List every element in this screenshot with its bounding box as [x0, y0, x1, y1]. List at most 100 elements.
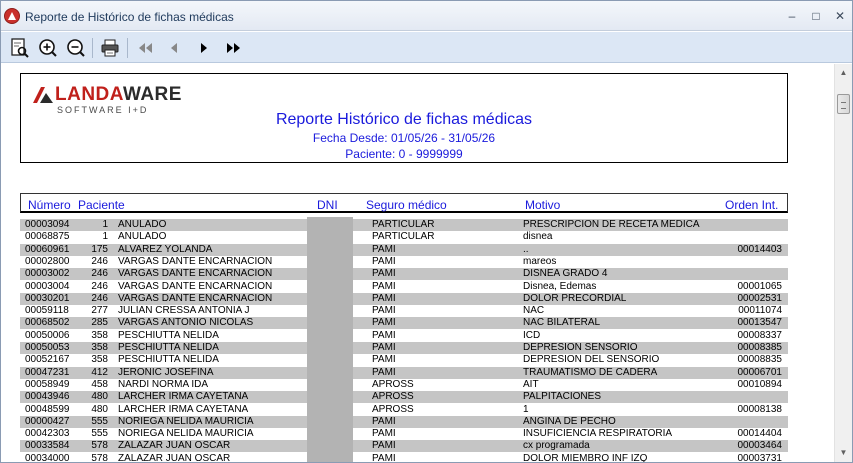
row-motivo: 1: [523, 403, 529, 415]
preview-icon[interactable]: [9, 37, 31, 59]
row-numero: 00047231: [25, 366, 70, 378]
row-orden: 00006701: [737, 366, 783, 378]
row-orden: 00011074: [738, 305, 782, 317]
row-numero: 00048599: [25, 403, 70, 415]
table-row: 00003002 246 VARGAS DANTE ENCARNACION PAMI D…: [20, 268, 788, 281]
table-row: 00050006 358 PESCHIUTTA NELIDA PAMI ICD 00008…: [20, 330, 788, 342]
row-seguro: PAMI: [372, 342, 396, 353]
table-row: 00047231 412 JERONIC JOSEFINA PAMI TRAUMATIS…: [20, 366, 788, 379]
row-seguro: PARTICULAR: [372, 219, 435, 230]
toolbar-separator: [127, 38, 128, 58]
row-numero: 00042303: [25, 428, 70, 440]
row-numero: 00060961: [25, 243, 70, 255]
row-motivo: ANGINA DE PECHO: [523, 415, 616, 427]
row-numero: 00059118: [25, 305, 69, 317]
row-motivo: AIT: [523, 378, 539, 390]
row-seguro: APROSS: [372, 391, 414, 403]
row-patient-name: ANULADO: [118, 231, 167, 243]
row-seguro: PAMI: [372, 366, 396, 378]
table-row: 00048599 480 LARCHER IRMA CAYETANA APROSS 1 0…: [20, 404, 788, 416]
row-patient-name: NORIEGA NELIDA MAURICIA: [118, 415, 254, 427]
row-patient-name: VARGAS DANTE ENCARNACION: [118, 255, 273, 267]
row-seguro: PARTICULAR: [372, 231, 435, 243]
row-motivo: ICD: [523, 329, 541, 341]
row-patient-code: 555: [91, 415, 108, 427]
row-motivo: Disnea, Edemas: [523, 280, 597, 292]
row-orden: 00008385: [737, 342, 783, 353]
column-paciente: Paciente: [78, 198, 125, 212]
row-orden: 00013547: [737, 317, 783, 329]
report-date-range: Fecha Desde: 01/05/26 - 31/05/26: [312, 131, 496, 145]
last-page-icon[interactable]: [223, 37, 245, 59]
row-numero: 00030201: [25, 292, 70, 304]
row-patient-code: 555: [91, 428, 108, 440]
row-patient-code: 285: [91, 317, 108, 329]
report-page: LANDAWARE SOFTWARE I+D Reporte Histórico…: [1, 64, 834, 462]
row-patient-code: 1: [102, 231, 108, 243]
row-patient-code: 358: [91, 342, 108, 353]
row-motivo: DOLOR MIEMBRO INF IZQ: [523, 452, 648, 462]
print-icon[interactable]: [99, 37, 121, 59]
row-orden: 00010894: [737, 378, 783, 390]
scroll-down-icon[interactable]: ▼: [835, 444, 852, 461]
first-page-icon[interactable]: [135, 37, 157, 59]
table-row: 00030201 246 VARGAS DANTE ENCARNACION PAMI D…: [20, 292, 788, 305]
row-patient-name: JULIAN CRESSA ANTONIA J: [118, 305, 250, 317]
column-orden: Orden Int.: [725, 198, 779, 212]
row-numero: 00003094: [25, 219, 70, 230]
row-seguro: PAMI: [372, 428, 396, 440]
row-motivo: PRESCRIPCION DE RECETA MEDICA: [523, 219, 700, 230]
table-row: 00052167 358 PESCHIUTTA NELIDA PAMI DEPRESIO…: [20, 354, 788, 366]
row-seguro: PAMI: [372, 280, 396, 292]
table-row: 00003094 1 ANULADO PARTICULAR PRESCRIPCION D…: [20, 219, 788, 231]
row-seguro: PAMI: [372, 329, 396, 341]
zoom-out-icon[interactable]: [65, 37, 87, 59]
row-motivo: INSUFICIENCIA RESPIRATORIA: [523, 428, 673, 440]
next-page-icon[interactable]: [193, 37, 215, 59]
row-patient-name: PESCHIUTTA NELIDA: [118, 354, 219, 366]
row-orden: 00014404: [737, 428, 783, 440]
row-numero: 00050053: [25, 342, 70, 353]
table-row: 00000427 555 NORIEGA NELIDA MAURICIA PAMI AN…: [20, 415, 788, 428]
minimize-button[interactable]: –: [782, 7, 802, 25]
row-patient-name: ZALAZAR JUAN OSCAR: [118, 452, 231, 462]
row-seguro: PAMI: [372, 305, 396, 317]
row-numero: 00043946: [25, 391, 70, 403]
close-button[interactable]: ✕: [830, 7, 850, 25]
table-row: 00068502 285 VARGAS ANTONIO NICOLAS PAMI NAC…: [20, 317, 788, 330]
row-motivo: mareos: [523, 255, 557, 267]
row-orden: 00003731: [737, 452, 783, 462]
landaware-logo-icon: [33, 87, 53, 108]
row-seguro: PAMI: [372, 440, 396, 452]
row-patient-name: JERONIC JOSEFINA: [118, 366, 214, 378]
toolbar: [1, 32, 852, 63]
row-patient-code: 480: [91, 391, 108, 403]
row-numero: 00052167: [25, 354, 70, 366]
column-dni: DNI: [317, 198, 338, 212]
row-motivo: NAC: [523, 305, 545, 317]
row-seguro: PAMI: [372, 452, 396, 462]
column-seguro: Seguro médico: [366, 198, 447, 212]
table-row: 00042303 555 NORIEGA NELIDA MAURICIA PAMI IN…: [20, 428, 788, 440]
row-seguro: PAMI: [372, 268, 396, 280]
column-header: Número Paciente DNI Seguro médico Motivo…: [20, 193, 788, 213]
scroll-thumb[interactable]: [837, 94, 850, 114]
column-motivo: Motivo: [525, 198, 561, 212]
vertical-scrollbar[interactable]: ▲ ▼: [834, 64, 852, 462]
row-orden: 00008337: [737, 329, 783, 341]
table-row: 00002800 246 VARGAS DANTE ENCARNACION PAMI m…: [20, 256, 788, 268]
row-motivo: NAC BILATERAL: [523, 317, 601, 329]
zoom-in-icon[interactable]: [37, 37, 59, 59]
row-seguro: PAMI: [372, 354, 396, 366]
previous-page-icon[interactable]: [163, 37, 185, 59]
row-patient-code: 578: [91, 452, 108, 462]
row-numero: 00050006: [25, 329, 70, 341]
maximize-button[interactable]: □: [806, 7, 826, 25]
dni-redaction: [307, 217, 353, 462]
report-header: LANDAWARE SOFTWARE I+D Reporte Histórico…: [20, 73, 788, 163]
scroll-up-icon[interactable]: ▲: [835, 64, 852, 81]
window-title: Reporte de Histórico de fichas médicas: [25, 10, 234, 24]
table-row: 00033584 578 ZALAZAR JUAN OSCAR PAMI cx prog…: [20, 440, 788, 453]
table-row: 00034000 578 ZALAZAR JUAN OSCAR PAMI DOLOR M…: [20, 453, 788, 462]
row-motivo: DISNEA GRADO 4: [523, 268, 608, 280]
